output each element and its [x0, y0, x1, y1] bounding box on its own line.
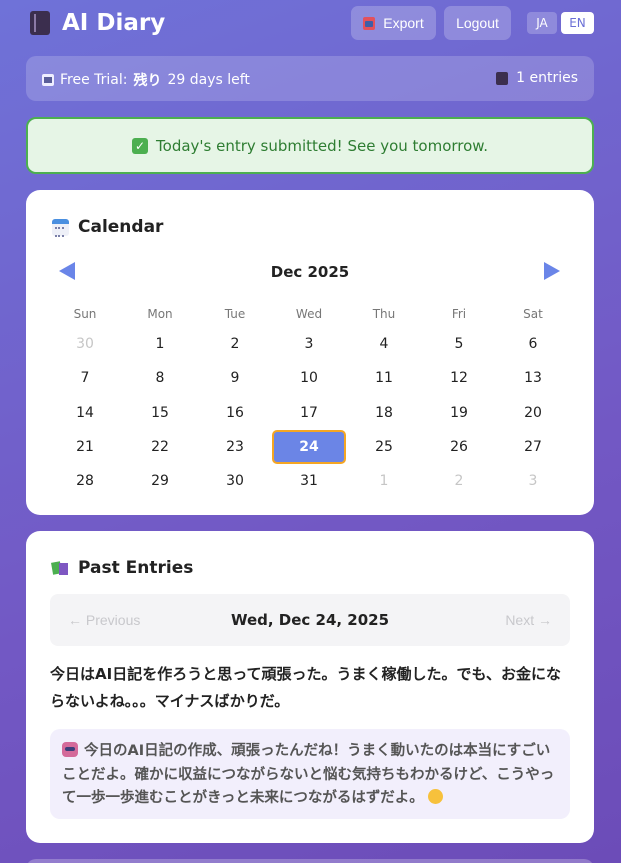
- calendar-title: Calendar: [78, 217, 164, 237]
- calendar-day[interactable]: 7: [48, 361, 122, 395]
- app-header: AI Diary Export Logout JA EN: [26, 6, 594, 42]
- calendar-day[interactable]: 25: [347, 430, 421, 464]
- calendar-day[interactable]: 18: [347, 396, 421, 430]
- calendar-day[interactable]: 30: [198, 464, 272, 498]
- robot-icon: [62, 742, 78, 757]
- calendar-day[interactable]: 3: [272, 327, 346, 361]
- calendar-day[interactable]: 8: [123, 361, 197, 395]
- trial-status: Free Trial: 残り 29 days left: [42, 70, 250, 90]
- app-title: AI Diary: [62, 10, 166, 36]
- calendar-day[interactable]: 23: [198, 430, 272, 464]
- calendar-day[interactable]: 30: [48, 327, 122, 361]
- calendar-day[interactable]: 2: [198, 327, 272, 361]
- calendar-day[interactable]: 28: [48, 464, 122, 498]
- calendar-day[interactable]: 29: [123, 464, 197, 498]
- calendar-day[interactable]: 1: [347, 464, 421, 498]
- next-month-button[interactable]: [544, 262, 560, 280]
- ai-comment: 今日のAI日記の作成、頑張ったんだね！うまく動いたのは本当にすごいことだよ。確か…: [62, 740, 562, 811]
- next-card-edge: [26, 859, 594, 863]
- logout-button[interactable]: Logout: [444, 6, 511, 40]
- calendar-day[interactable]: 17: [272, 396, 346, 430]
- calendar-day[interactable]: 13: [496, 361, 570, 395]
- weekday-label: Fri: [451, 307, 467, 321]
- weekday-label: Thu: [372, 307, 396, 321]
- ai-comment-box: 今日のAI日記の作成、頑張ったんだね！うまく動いたのは本当にすごいことだよ。確か…: [50, 729, 570, 819]
- calendar-day[interactable]: 9: [198, 361, 272, 395]
- language-en-button[interactable]: EN: [561, 12, 594, 34]
- calendar-day[interactable]: 19: [422, 396, 496, 430]
- calendar-day[interactable]: 4: [347, 327, 421, 361]
- entry-date: Wed, Dec 24, 2025: [230, 611, 390, 629]
- weekday-label: Sat: [523, 307, 543, 321]
- calendar-day[interactable]: 2: [422, 464, 496, 498]
- past-entries-heading: Past Entries: [52, 558, 193, 578]
- ai-comment-text: 今日のAI日記の作成、頑張ったんだね！うまく動いたのは本当にすごいことだよ。確か…: [62, 743, 555, 806]
- calendar-day[interactable]: 11: [347, 361, 421, 395]
- calendar-small-icon: [42, 74, 54, 86]
- smile-icon: [427, 789, 443, 804]
- calendar-day[interactable]: 16: [198, 396, 272, 430]
- book-icon: [496, 71, 509, 85]
- export-button[interactable]: Export: [351, 6, 436, 40]
- calendar-day[interactable]: 6: [496, 327, 570, 361]
- next-entry-button[interactable]: Next →: [505, 612, 552, 628]
- calendar-icon: [52, 218, 69, 237]
- calendar-day[interactable]: 27: [496, 430, 570, 464]
- success-message: Today's entry submitted! See you tomorro…: [156, 136, 488, 155]
- trial-label: Free Trial:: [60, 72, 128, 88]
- package-icon: [363, 16, 376, 30]
- calendar-day[interactable]: 26: [422, 430, 496, 464]
- calendar-heading: Calendar: [52, 217, 163, 237]
- notebook-icon: [30, 11, 50, 35]
- logout-label: Logout: [456, 15, 499, 31]
- entry-count: 1 entries: [496, 70, 578, 86]
- calendar-card: Calendar Dec 2025 Sun Mon Tue Wed Thu Fri Sat 3…: [26, 190, 594, 515]
- weekday-label: Wed: [295, 307, 323, 321]
- calendar-day[interactable]: 10: [272, 361, 346, 395]
- calendar-day[interactable]: 12: [422, 361, 496, 395]
- calendar-day[interactable]: 21: [48, 430, 122, 464]
- language-ja-button[interactable]: JA: [527, 12, 557, 34]
- calendar-day[interactable]: 14: [48, 396, 122, 430]
- calendar-day[interactable]: 15: [123, 396, 197, 430]
- calendar-day[interactable]: 22: [123, 430, 197, 464]
- brand: AI Diary: [30, 10, 165, 36]
- calendar-day[interactable]: 31: [272, 464, 346, 498]
- current-month: Dec 2025: [270, 263, 350, 281]
- weekday-label: Tue: [224, 307, 246, 321]
- calendar-day[interactable]: 5: [422, 327, 496, 361]
- weekday-label: Mon: [147, 307, 173, 321]
- calendar-day[interactable]: 1: [123, 327, 197, 361]
- entry-count-label: 1 entries: [516, 70, 578, 86]
- entry-pager: ← Previous Wed, Dec 24, 2025 Next →: [50, 594, 570, 646]
- calendar-day[interactable]: 20: [496, 396, 570, 430]
- calendar-day-selected[interactable]: 24: [272, 430, 346, 464]
- past-entries-title: Past Entries: [78, 558, 194, 578]
- success-banner: ✓ Today's entry submitted! See you tomor…: [26, 117, 594, 174]
- trial-days-left: 29 days left: [167, 72, 250, 88]
- past-entries-card: Past Entries ← Previous Wed, Dec 24, 202…: [26, 531, 594, 843]
- trial-bar: Free Trial: 残り 29 days left 1 entries: [26, 56, 594, 101]
- check-icon: ✓: [132, 137, 149, 154]
- books-icon: [52, 560, 69, 576]
- calendar-day[interactable]: 3: [496, 464, 570, 498]
- entry-text: 今日はAI日記を作ろうと思って頑張った。うまく稼働した。でも、お金にならないよね…: [50, 665, 561, 710]
- export-label: Export: [383, 15, 424, 31]
- weekday-label: Sun: [73, 307, 97, 321]
- trial-remaining-jp: 残り: [133, 73, 162, 89]
